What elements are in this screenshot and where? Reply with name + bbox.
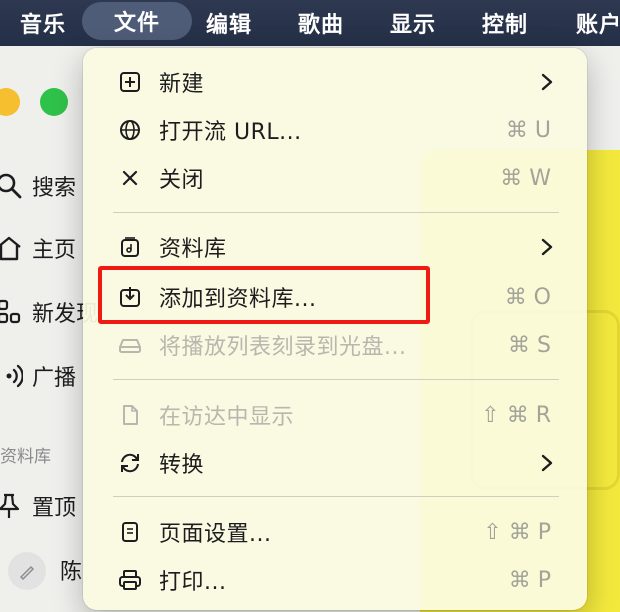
menu-controls[interactable]: 控制 <box>472 0 538 46</box>
menu-separator <box>113 212 559 213</box>
menu-item-label: 打开流 URL... <box>159 120 302 145</box>
disc-drive-icon <box>117 333 143 357</box>
pin-icon <box>0 491 24 521</box>
zoom-window-button[interactable] <box>40 88 68 116</box>
menu-item-label: 新建 <box>159 72 205 97</box>
sidebar-item-label: 搜索 <box>32 176 77 201</box>
grid-icon <box>0 297 24 327</box>
menu-item-print[interactable]: 打印... ⌘ P <box>83 557 587 603</box>
sidebar-item-home[interactable]: 主页 <box>0 230 76 266</box>
menu-edit[interactable]: 编辑 <box>196 0 262 46</box>
menu-item-label: 将播放列表刻录到光盘... <box>159 335 407 360</box>
radio-icon <box>0 361 24 391</box>
menu-account[interactable]: 账户 <box>566 0 620 46</box>
home-icon <box>0 233 24 263</box>
printer-icon <box>117 568 143 592</box>
keyboard-shortcut: ⌘ O <box>504 284 551 310</box>
keyboard-shortcut: ⌘ W <box>500 165 551 191</box>
keyboard-shortcut: ⇧ ⌘ R <box>481 402 551 428</box>
avatar <box>8 552 46 590</box>
document-icon <box>117 403 143 427</box>
menu-item-label: 转换 <box>159 453 205 478</box>
sidebar-item-search[interactable]: 搜索 <box>0 168 76 204</box>
page-setup-icon <box>117 520 143 544</box>
highlight-annotation-box <box>98 266 430 324</box>
menu-song[interactable]: 歌曲 <box>288 0 354 46</box>
file-menu-dropdown: 新建 打开流 URL... ⌘ U 关闭 ⌘ W 资料库 添加到资料库... ⌘… <box>83 48 587 610</box>
menu-bar: 音乐 文件 编辑 歌曲 显示 控制 账户 <box>0 0 620 46</box>
sidebar-item-radio[interactable]: 广播 <box>0 358 76 394</box>
menu-item-label: 关闭 <box>159 168 205 193</box>
menu-item-convert[interactable]: 转换 <box>83 440 587 486</box>
chevron-right-icon <box>537 453 557 473</box>
chevron-right-icon <box>537 72 557 92</box>
new-icon <box>117 70 143 94</box>
menu-music[interactable]: 音乐 <box>10 0 76 46</box>
menu-item-close[interactable]: 关闭 ⌘ W <box>83 155 587 201</box>
convert-icon <box>117 451 143 475</box>
menu-item-new[interactable]: 新建 <box>83 59 587 105</box>
keyboard-shortcut: ⌘ S <box>508 332 551 358</box>
keyboard-shortcut: ⇧ ⌘ P <box>483 519 551 545</box>
menu-item-label: 打印... <box>159 570 227 595</box>
menu-item-library[interactable]: 资料库 <box>83 224 587 270</box>
menu-item-label: 页面设置... <box>159 522 272 547</box>
menu-view[interactable]: 显示 <box>380 0 446 46</box>
search-icon <box>0 171 24 201</box>
menu-separator <box>113 496 559 497</box>
menu-separator <box>113 379 559 380</box>
sidebar-item-artist[interactable]: 陈 <box>60 552 82 588</box>
globe-icon <box>117 118 143 142</box>
sidebar-item-pinned[interactable]: 置顶 <box>0 488 76 524</box>
close-icon <box>117 166 143 190</box>
menu-item-page-setup[interactable]: 页面设置... ⇧ ⌘ P <box>83 509 587 555</box>
menu-item-open-stream-url[interactable]: 打开流 URL... ⌘ U <box>83 107 587 153</box>
menu-file[interactable]: 文件 <box>82 2 192 40</box>
chevron-right-icon <box>537 237 557 257</box>
sidebar-item-label: 置顶 <box>32 496 77 521</box>
library-icon <box>117 235 143 259</box>
menu-item-label: 在访达中显示 <box>159 405 295 430</box>
keyboard-shortcut: ⌘ U <box>505 117 551 143</box>
sidebar-item-label: 广播 <box>32 366 77 391</box>
menu-item-label: 资料库 <box>159 237 227 262</box>
menu-item-show-in-finder: 在访达中显示 ⇧ ⌘ R <box>83 392 587 438</box>
sidebar-item-label: 主页 <box>32 238 77 263</box>
menu-item-burn-playlist: 将播放列表刻录到光盘... ⌘ S <box>83 322 587 368</box>
sidebar-section-library: 资料库 <box>0 447 51 467</box>
sidebar-item-label: 陈 <box>60 560 83 585</box>
keyboard-shortcut: ⌘ P <box>508 567 551 593</box>
